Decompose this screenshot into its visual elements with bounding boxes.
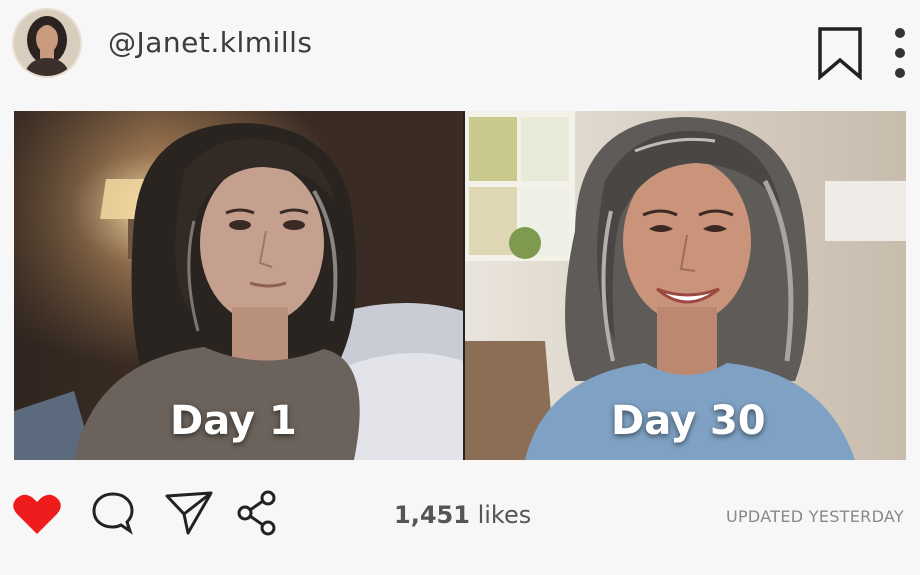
send-icon[interactable] bbox=[164, 490, 214, 536]
likes-label: likes bbox=[477, 501, 532, 529]
heart-icon[interactable] bbox=[12, 492, 62, 536]
before-caption: Day 1 bbox=[170, 398, 297, 444]
after-photo: Day 30 bbox=[465, 111, 906, 460]
comment-icon[interactable] bbox=[90, 490, 136, 536]
username[interactable]: @Janet.klmills bbox=[108, 26, 312, 59]
bookmark-icon[interactable] bbox=[816, 26, 864, 81]
post-header: @Janet.klmills bbox=[0, 0, 920, 100]
heart-shape bbox=[13, 494, 61, 534]
updated-timestamp: UPDATED YESTERDAY bbox=[725, 507, 904, 526]
avatar[interactable] bbox=[14, 10, 80, 76]
likes-count: 1,451 bbox=[394, 501, 470, 529]
share-icon[interactable] bbox=[236, 490, 278, 536]
post-actions: 1,451 likes UPDATED YESTERDAY bbox=[0, 470, 920, 570]
post-photo[interactable]: Day 1 Day 30 bbox=[14, 111, 906, 460]
social-post: @Janet.klmills Day 1 Day 30 1,451 likes … bbox=[0, 0, 920, 575]
after-caption: Day 30 bbox=[611, 398, 766, 444]
more-vertical-icon[interactable] bbox=[888, 26, 912, 80]
before-photo: Day 1 bbox=[14, 111, 463, 460]
likes-counter[interactable]: 1,451 likes bbox=[394, 501, 531, 529]
